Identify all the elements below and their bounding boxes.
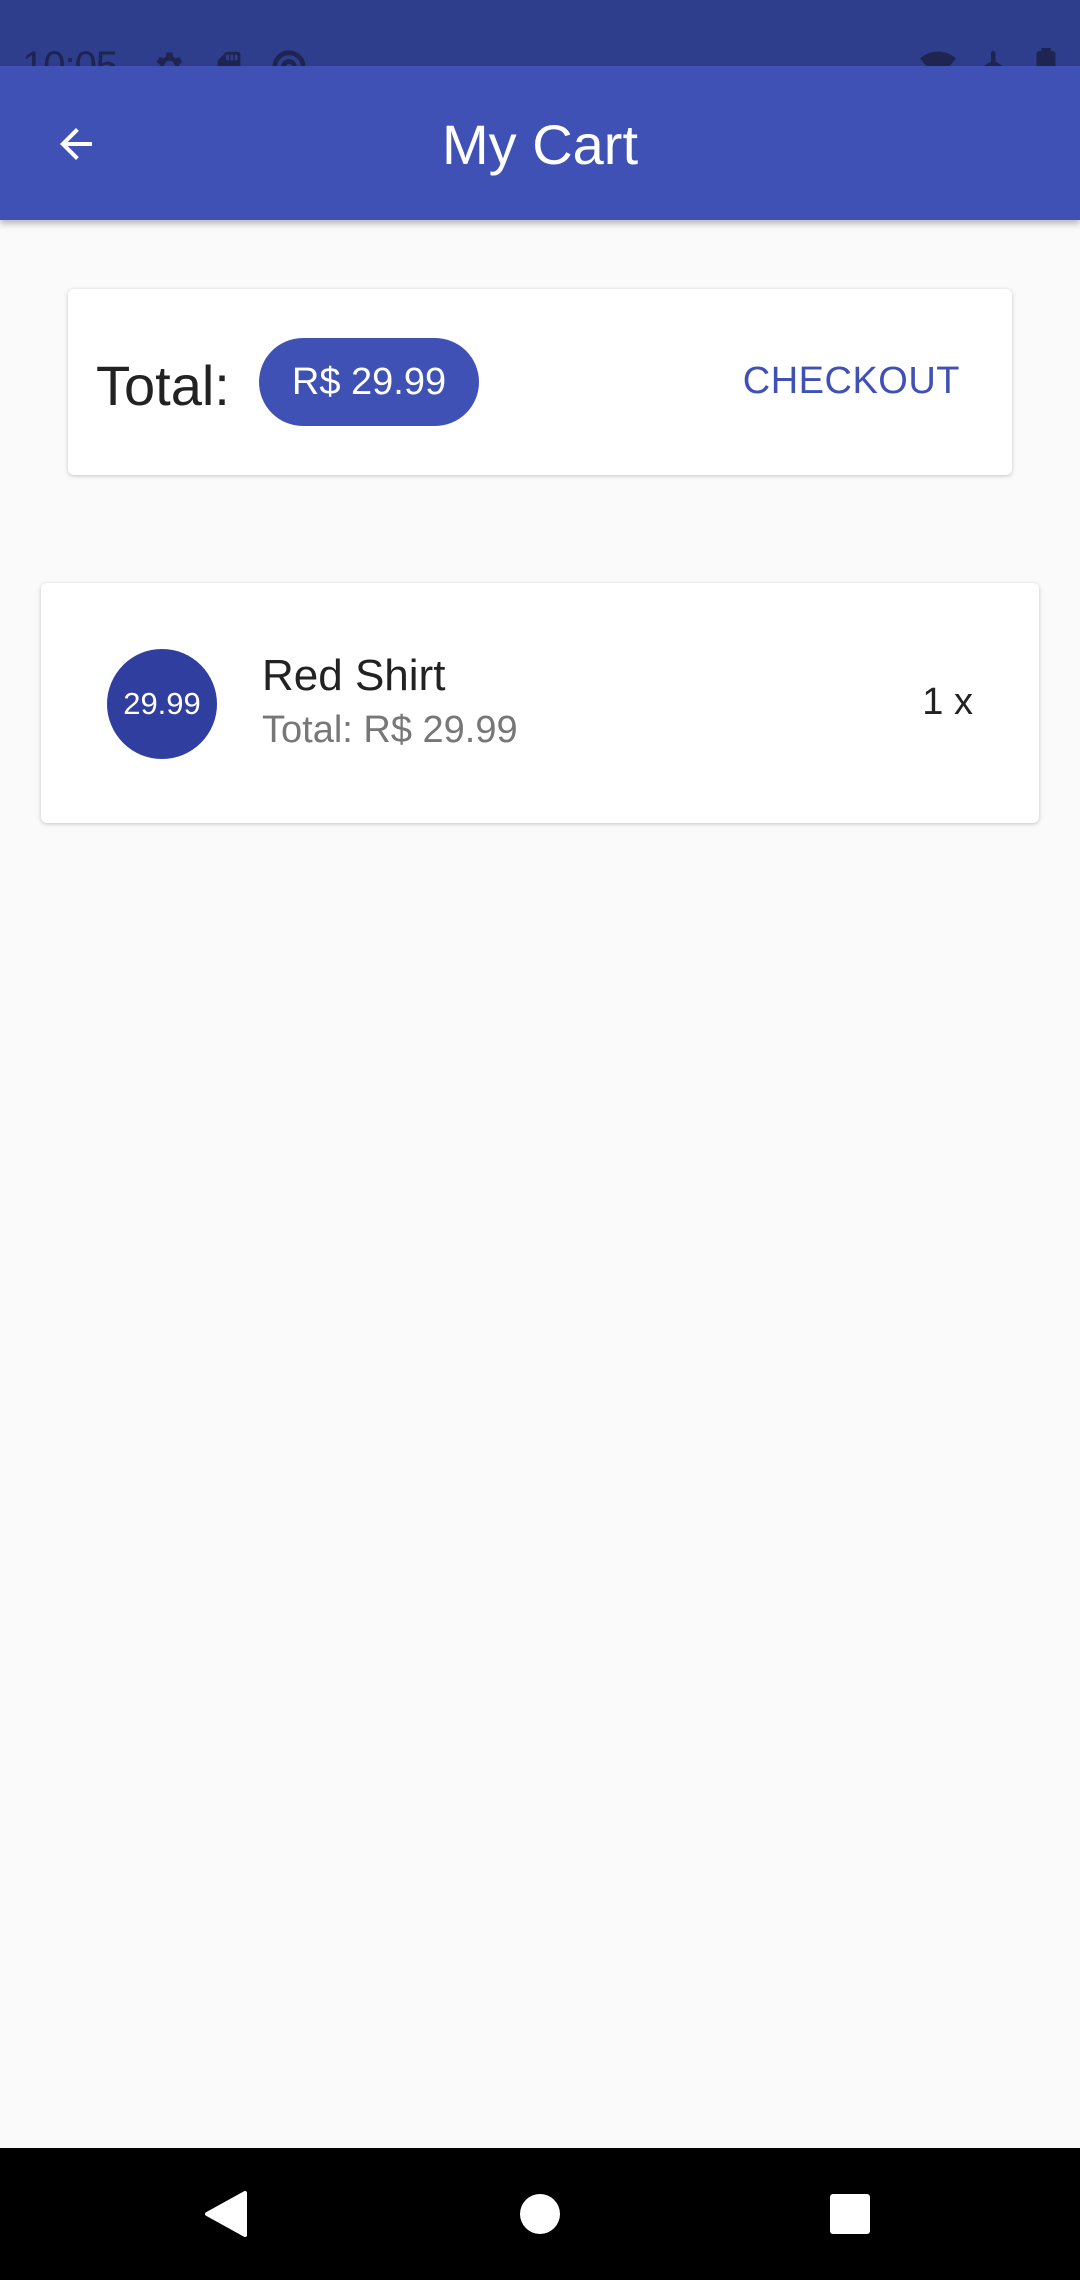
checkout-button[interactable]: CHECKOUT <box>733 341 970 421</box>
cart-summary-card: Total: R$ 29.99 CHECKOUT <box>68 289 1012 475</box>
item-name: Red Shirt <box>262 651 446 700</box>
page-title: My Cart <box>442 113 638 176</box>
back-triangle-icon <box>203 2189 249 2244</box>
cart-item[interactable]: 29.99 Red Shirt Total: R$ 29.99 1 x <box>41 583 1039 823</box>
nav-home-button[interactable] <box>500 2178 580 2254</box>
recents-square-icon <box>829 2193 871 2240</box>
item-quantity: 1 x <box>922 681 973 723</box>
nav-recents-button[interactable] <box>810 2178 890 2254</box>
item-price-avatar: 29.99 <box>107 649 217 759</box>
total-label: Total: <box>96 354 230 417</box>
status-bar: 10:05 <box>0 0 1080 88</box>
item-subtotal: Total: R$ 29.99 <box>262 709 518 751</box>
nav-back-button[interactable] <box>186 2178 266 2254</box>
total-price-chip: R$ 29.99 <box>259 338 479 426</box>
app-bar: My Cart <box>0 66 1080 220</box>
home-circle-icon <box>519 2193 561 2240</box>
system-nav-bar <box>0 2148 1080 2280</box>
